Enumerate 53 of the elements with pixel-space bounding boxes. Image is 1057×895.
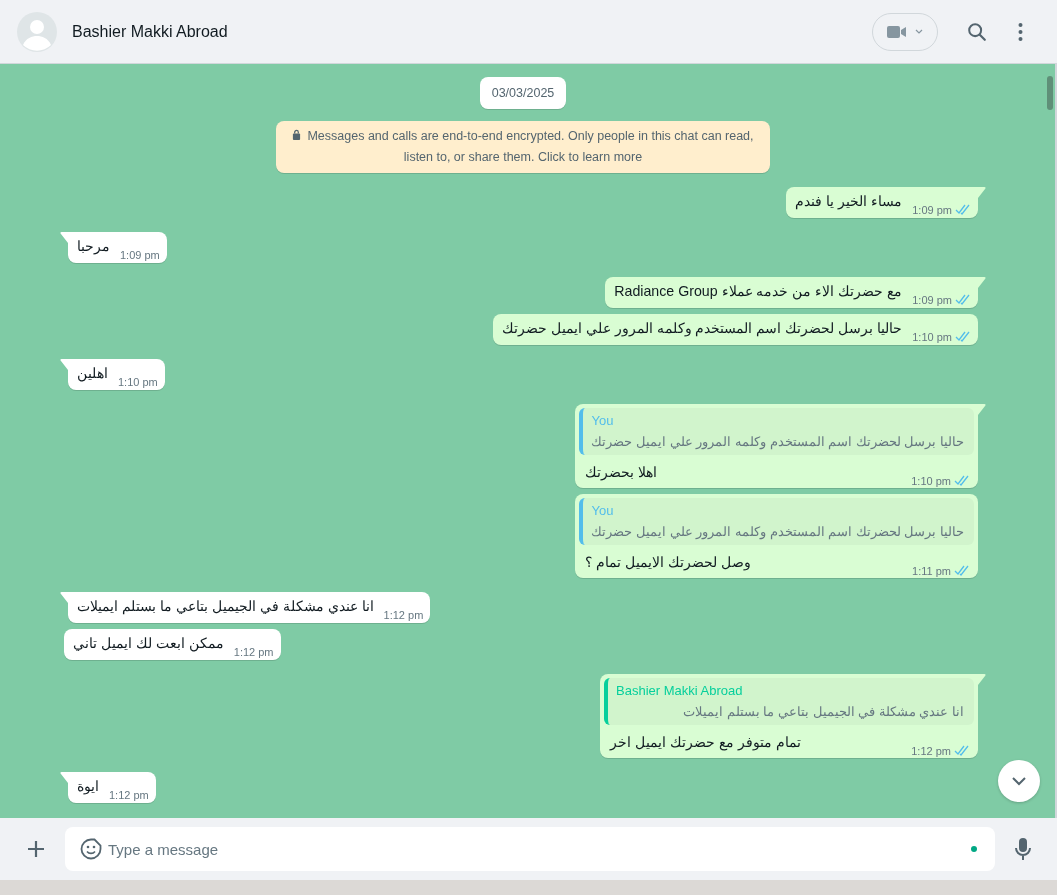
chevron-down-icon <box>1011 776 1027 786</box>
message-time: 1:12 pm <box>109 789 149 801</box>
video-camera-icon <box>887 24 907 39</box>
quoted-text: حاليا برسل لحضرتك اسم المستخدم وكلمه المرور علي ايميل حضرتك <box>591 524 964 539</box>
plus-icon[interactable] <box>26 839 46 859</box>
message-text: ايوة <box>77 777 99 797</box>
message-time: 1:12 pm <box>383 609 424 621</box>
notice-text: Messages and calls are end-to-end encrypted. Only people in this chat can read, listen to, or share them. Click to learn more <box>307 129 754 164</box>
contact-name[interactable]: Bashier Makki Abroad <box>72 22 228 41</box>
message-text: مساء الخير يا فندم <box>795 192 903 212</box>
message-time: 1:12 pm <box>911 745 951 757</box>
sticker-icon[interactable] <box>79 837 103 861</box>
bubble-tail <box>978 277 986 290</box>
message-time: 1:10 pm <box>118 376 158 388</box>
quoted-sender: Bashier Makki Abroad <box>616 683 744 698</box>
bubble-tail <box>60 772 68 785</box>
bubble-tail <box>60 232 68 245</box>
status-dot-icon <box>971 846 977 852</box>
lock-icon <box>292 129 302 140</box>
message-time: 1:09 pm <box>912 204 952 216</box>
caret-icon <box>915 29 923 34</box>
bubble-tail <box>60 359 68 372</box>
message-text: مع حضرتك الاء من خدمه عملاء Radiance Group <box>614 282 903 302</box>
bubble-tail <box>978 674 986 687</box>
bubble-tail <box>60 592 68 605</box>
message-text: ممكن ابعت لك ايميل تاني <box>73 634 224 654</box>
search-icon[interactable] <box>966 20 988 43</box>
quoted-text: انا عندي مشكلة في الجيميل بتاعي ما بستلم ايميلات <box>682 704 964 719</box>
message-field[interactable]: Type a message <box>65 827 995 871</box>
message-text: اهلين <box>77 364 108 384</box>
bubble-tail <box>978 404 986 417</box>
message-text: اهلا بحضرتك <box>585 463 658 483</box>
quoted-sender: You <box>591 503 615 518</box>
microphone-icon[interactable] <box>1015 837 1031 861</box>
message-input-field[interactable]: Type a message <box>106 839 971 859</box>
message-text: مرحبا <box>77 237 110 257</box>
message-text: وصل لحضرتك الايميل تمام ؟ <box>585 553 752 573</box>
message-text: انا عندي مشكلة في الجيميل بتاعي ما بستلم ايميلات <box>77 597 374 617</box>
message-text: تمام متوفر مع حضرتك ايميل اخر <box>610 733 801 753</box>
quoted-sender: You <box>591 413 615 428</box>
encryption-notice[interactable]: Messages and calls are end-to-end encrypted. Only people in this chat can read, listen to, or share them. Click to learn more <box>276 121 770 173</box>
quoted-text: حاليا برسل لحضرتك اسم المستخدم وكلمه المرور علي ايميل حضرتك <box>591 434 964 449</box>
message-time: 1:09 pm <box>120 249 160 261</box>
message-time: 1:10 pm <box>911 475 951 487</box>
date-chip: 03/03/2025 <box>479 77 567 109</box>
message-time: 1:12 pm <box>233 646 274 658</box>
message-time: 1:11 pm <box>912 565 951 577</box>
menu-icon[interactable] <box>1018 22 1023 41</box>
bubble-tail <box>978 187 986 200</box>
message-time: 1:10 pm <box>912 331 952 343</box>
message-time: 1:09 pm <box>912 294 952 306</box>
message-text: حاليا برسل لحضرتك اسم المستخدم وكلمه المرور علي ايميل حضرتك <box>501 319 903 339</box>
scrollbar-thumb[interactable] <box>1047 76 1053 110</box>
